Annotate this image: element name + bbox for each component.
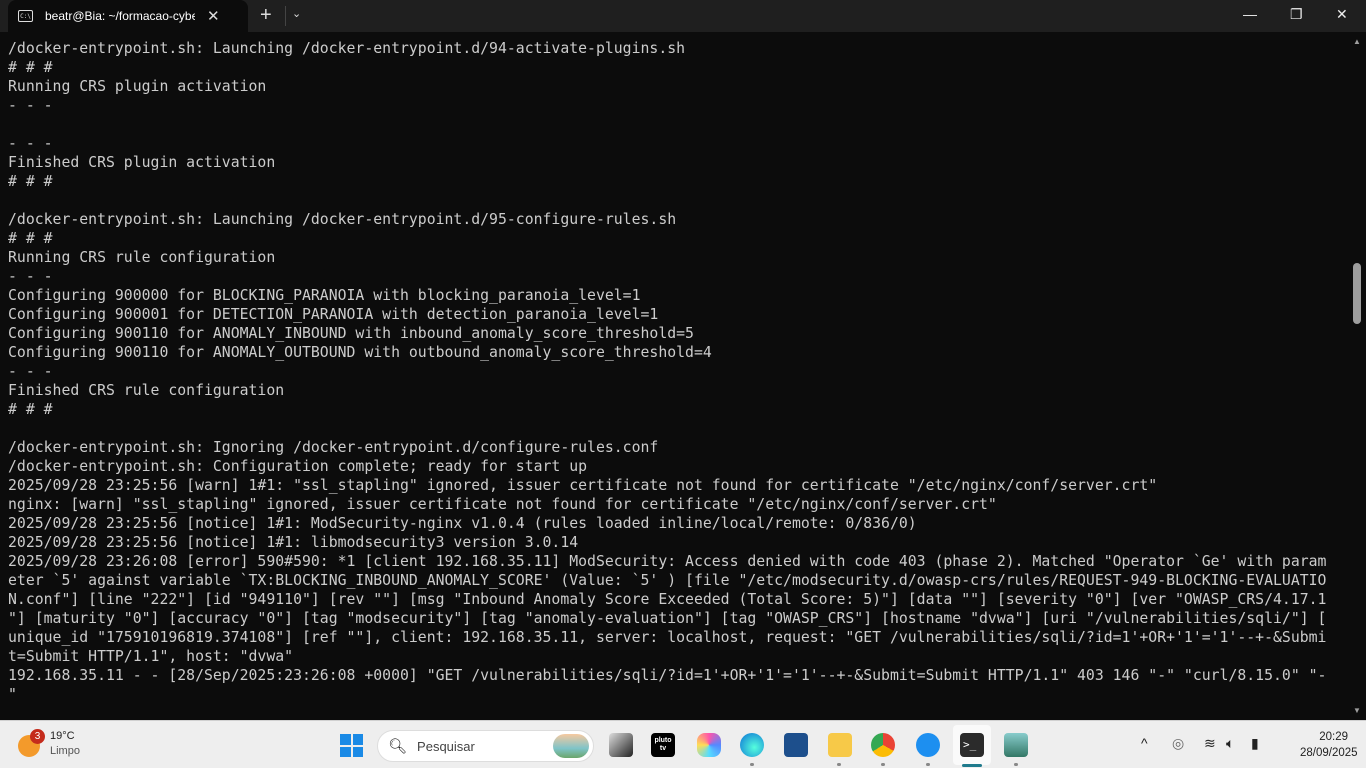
- terminal-line: - - -: [8, 363, 53, 380]
- scroll-down-icon[interactable]: ▼: [1353, 706, 1361, 715]
- search-icon: 🔍︎: [388, 738, 408, 755]
- edge-icon[interactable]: [740, 733, 764, 757]
- new-tab-button[interactable]: +: [260, 4, 272, 27]
- terminal-line: t=Submit HTTP/1.1", host: "dvwa": [8, 648, 294, 665]
- date: 28/09/2025: [1300, 747, 1358, 759]
- weather-icon: 3: [18, 729, 45, 757]
- running-indicator: [881, 763, 885, 766]
- terminal-line: /docker-entrypoint.sh: Configuration com…: [8, 458, 588, 475]
- search-box[interactable]: 🔍︎ Pesquisar: [377, 730, 594, 762]
- weather-condition: Limpo: [50, 745, 80, 757]
- chrome-icon[interactable]: [871, 733, 895, 757]
- notification-badge: 3: [30, 729, 45, 744]
- file-explorer-icon[interactable]: [828, 733, 852, 757]
- terminal-line: ": [8, 686, 17, 703]
- terminal-line: eter `5' against variable `TX:BLOCKING_I…: [8, 572, 1327, 589]
- terminal-line: /docker-entrypoint.sh: Ignoring /docker-…: [8, 439, 659, 456]
- terminal-line: Configuring 900110 for ANOMALY_INBOUND w…: [8, 325, 694, 342]
- terminal-line: - - -: [8, 97, 53, 114]
- terminal-line: unique_id "175910196819.374108"] [ref ""…: [8, 629, 1327, 646]
- terminal-line: 2025/09/28 23:26:08 [error] 590#590: *1 …: [8, 553, 1327, 570]
- taskbar: 3 19°C Limpo 🔍︎ Pesquisar pluto tv >_ ^ …: [0, 720, 1366, 768]
- volume-icon[interactable]: 🔈︎: [1226, 735, 1234, 752]
- terminal-line: Configuring 900001 for DETECTION_PARANOI…: [8, 306, 659, 323]
- terminal-line: # # #: [8, 401, 53, 418]
- terminal-line: Configuring 900110 for ANOMALY_OUTBOUND …: [8, 344, 712, 361]
- terminal-line: 192.168.35.11 - - [28/Sep/2025:23:26:08 …: [8, 667, 1327, 684]
- scrollbar[interactable]: [1352, 32, 1366, 720]
- terminal-line: nginx: [warn] "ssl_stapling" ignored, is…: [8, 496, 997, 513]
- scrollbar-thumb[interactable]: [1353, 263, 1361, 324]
- close-button[interactable]: ✕: [1336, 6, 1348, 23]
- time: 20:29: [1319, 731, 1348, 743]
- maximize-button[interactable]: ❐: [1290, 6, 1303, 23]
- terminal-line: 2025/09/28 23:25:56 [notice] 1#1: libmod…: [8, 534, 579, 551]
- search-highlight-image: [553, 734, 589, 758]
- meet-now-icon[interactable]: ◎: [1172, 735, 1184, 752]
- photos-icon[interactable]: [1004, 733, 1028, 757]
- scroll-up-icon[interactable]: ▲: [1353, 37, 1361, 46]
- terminal-line: Running CRS rule configuration: [8, 249, 276, 266]
- terminal-line: N.conf"] [line "222"] [id "949110"] [rev…: [8, 591, 1327, 608]
- tab-title: beatr@Bia: ~/formacao-cyber: [45, 9, 195, 23]
- chevron-down-icon[interactable]: ⌄: [292, 7, 301, 20]
- terminal-line: /docker-entrypoint.sh: Launching /docker…: [8, 211, 677, 228]
- terminal-line: # # #: [8, 173, 53, 190]
- terminal-line: /docker-entrypoint.sh: Launching /docker…: [8, 40, 686, 57]
- terminal-line: - - -: [8, 268, 53, 285]
- running-indicator: [926, 763, 930, 766]
- divider: [285, 6, 286, 26]
- docker-icon[interactable]: [916, 733, 940, 757]
- title-bar: C:\ beatr@Bia: ~/formacao-cyber ✕ + ⌄ — …: [0, 0, 1366, 32]
- terminal-line: 2025/09/28 23:25:56 [notice] 1#1: ModSec…: [8, 515, 917, 532]
- terminal-line: Running CRS plugin activation: [8, 78, 267, 95]
- clock[interactable]: 20:29 28/09/2025: [1300, 729, 1358, 761]
- terminal-icon: >_: [960, 733, 984, 757]
- terminal-line: "] [maturity "0"] [accuracy "0"] [tag "m…: [8, 610, 1327, 627]
- wifi-icon[interactable]: ≋: [1204, 735, 1216, 752]
- battery-icon[interactable]: ▮: [1251, 735, 1259, 752]
- terminal-output[interactable]: /docker-entrypoint.sh: Launching /docker…: [8, 39, 1348, 704]
- search-placeholder: Pesquisar: [417, 738, 475, 754]
- task-view-icon[interactable]: [609, 733, 633, 757]
- copilot-icon[interactable]: [697, 733, 721, 757]
- terminal-line: Finished CRS rule configuration: [8, 382, 285, 399]
- terminal-line: Finished CRS plugin activation: [8, 154, 276, 171]
- terminal-prompt-icon: C:\: [18, 10, 33, 22]
- terminal-line: Configuring 900000 for BLOCKING_PARANOIA…: [8, 287, 641, 304]
- minimize-button[interactable]: —: [1243, 6, 1257, 22]
- weather-widget[interactable]: 3 19°C Limpo: [18, 729, 80, 759]
- terminal-line: 2025/09/28 23:25:56 [warn] 1#1: "ssl_sta…: [8, 477, 1158, 494]
- temperature: 19°C: [50, 730, 75, 742]
- terminal-line: # # #: [8, 59, 53, 76]
- start-button[interactable]: [340, 734, 363, 757]
- running-indicator: [837, 763, 841, 766]
- terminal-line: - - -: [8, 135, 53, 152]
- active-indicator: [962, 764, 982, 767]
- pluto-tv-icon[interactable]: pluto tv: [651, 733, 675, 757]
- microsoft-store-icon[interactable]: [784, 733, 808, 757]
- chevron-up-icon[interactable]: ^: [1141, 735, 1148, 751]
- terminal-line: # # #: [8, 230, 53, 247]
- running-indicator: [1014, 763, 1018, 766]
- running-indicator: [750, 763, 754, 766]
- close-tab-icon[interactable]: ✕: [207, 7, 220, 25]
- terminal-tab[interactable]: C:\ beatr@Bia: ~/formacao-cyber ✕: [8, 0, 248, 32]
